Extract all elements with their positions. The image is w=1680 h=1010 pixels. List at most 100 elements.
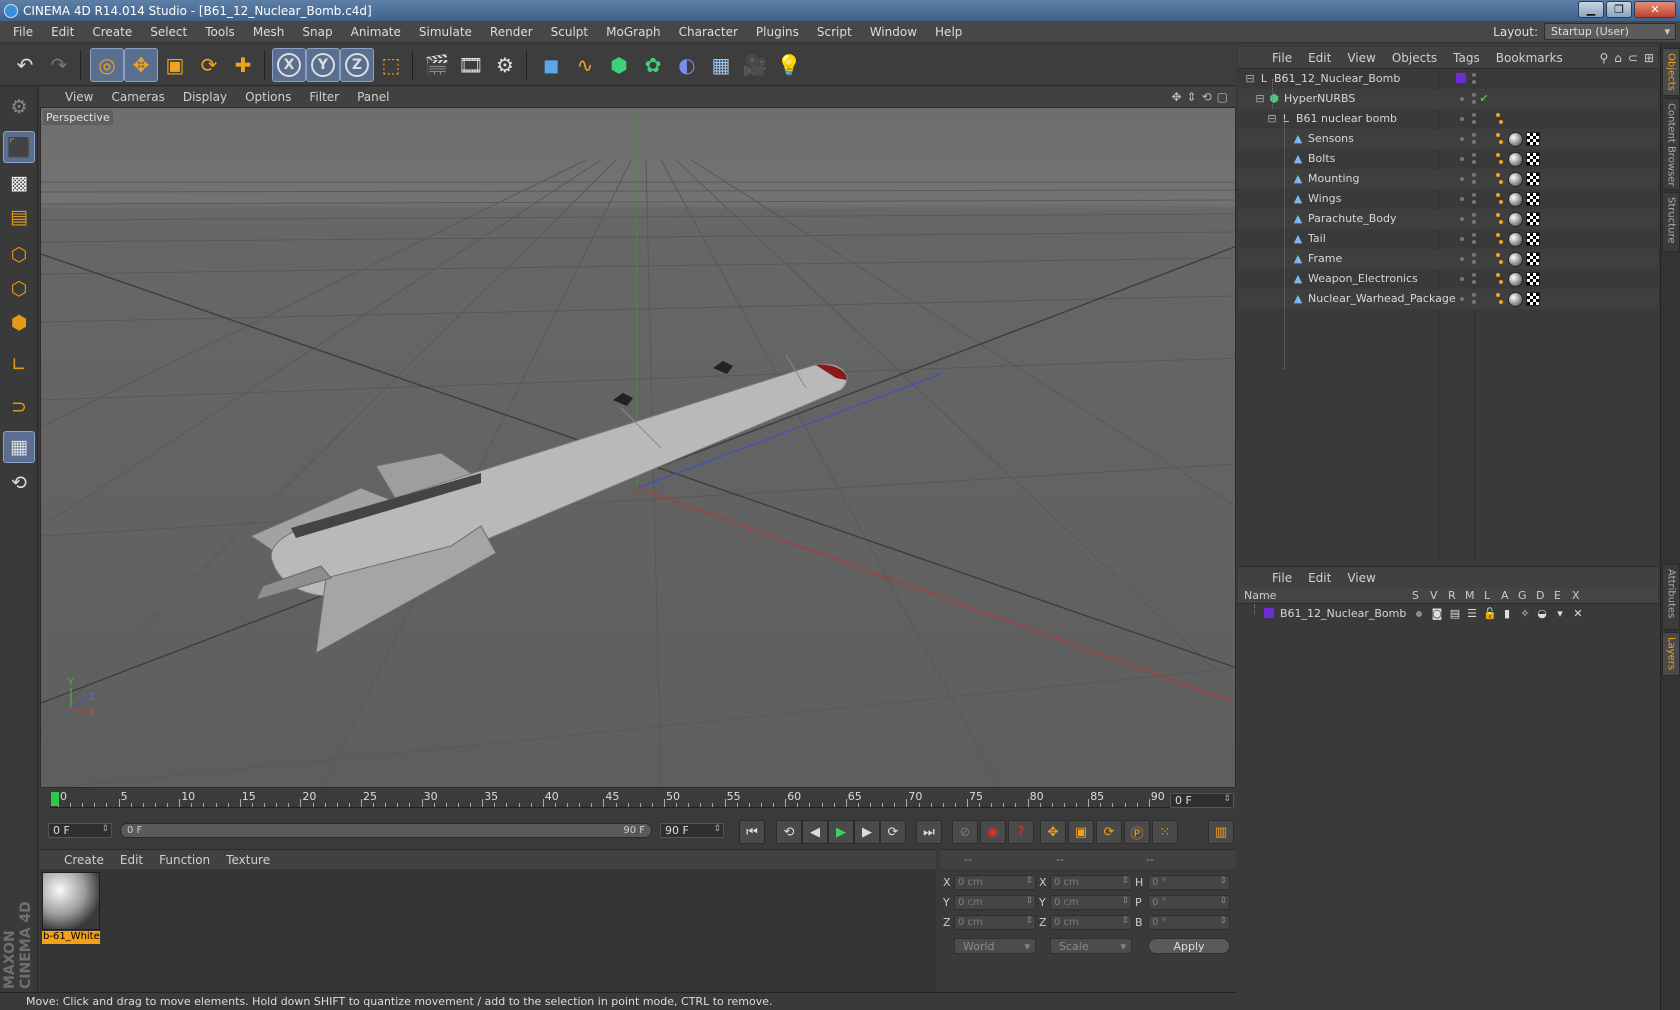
texture-mode-icon[interactable]: ▩ (3, 167, 35, 199)
perspective-viewport[interactable]: Y Z X Perspective (40, 107, 1236, 788)
phong-tag-icon[interactable] (1496, 153, 1504, 165)
render-visibility-dot[interactable] (1472, 100, 1476, 104)
render-visibility-dot[interactable] (1472, 280, 1476, 284)
current-frame-field[interactable]: 0 F (1170, 793, 1234, 808)
maximize-view-icon[interactable]: ▢ (1217, 90, 1228, 104)
menu-create[interactable]: Create (83, 25, 141, 39)
layers-col-solo[interactable]: S (1412, 589, 1419, 602)
render-visibility-dot[interactable] (1472, 300, 1476, 304)
render-visibility-dot[interactable] (1472, 160, 1476, 164)
viewport-menu-view[interactable]: View (56, 90, 102, 104)
key-rotation-icon[interactable]: ⟳ (1096, 820, 1122, 844)
tab-attributes[interactable]: Attributes (1662, 564, 1680, 630)
workplane-lock-icon[interactable]: ▦ (3, 431, 35, 463)
render-visibility-dot[interactable] (1472, 220, 1476, 224)
edges-mode-icon[interactable]: ⬡ (3, 273, 35, 305)
go-to-start-icon[interactable]: ⏮ (739, 820, 765, 844)
editor-visibility-dot[interactable] (1472, 133, 1476, 137)
editor-visibility-dot[interactable] (1472, 253, 1476, 257)
phong-tag-icon[interactable] (1496, 113, 1504, 125)
layer-row[interactable]: B61_12_Nuclear_Bomb ◙ ▤ ☰ 🔓 ▮ ✧ ◒ ▾ ✕ (1238, 604, 1658, 624)
layers-col-name[interactable]: Name (1244, 589, 1276, 602)
render-visibility-dot[interactable] (1472, 260, 1476, 264)
editor-visibility-dot[interactable] (1460, 197, 1464, 201)
tab-structure[interactable]: Structure (1662, 192, 1680, 252)
timeline-playhead[interactable] (51, 792, 59, 806)
polygons-mode-icon[interactable]: ⬢ (3, 307, 35, 339)
size-y-field[interactable]: 0 cm (1050, 895, 1132, 910)
apply-button[interactable]: Apply (1148, 938, 1230, 954)
render-visibility-dot[interactable] (1472, 120, 1476, 124)
pan-icon[interactable]: ✥ (1171, 90, 1181, 104)
editor-visibility-dot[interactable] (1472, 293, 1476, 297)
render-settings-icon[interactable]: ⚙ (488, 48, 522, 82)
material-menu-texture[interactable]: Texture (218, 853, 278, 867)
material-menu-create[interactable]: Create (56, 853, 112, 867)
viewport-menu-cameras[interactable]: Cameras (102, 90, 173, 104)
collapse-toggle-icon[interactable]: ⊟ (1254, 92, 1266, 105)
layout-dropdown[interactable]: Startup (User) (1544, 23, 1676, 40)
editor-visibility-dot[interactable] (1460, 157, 1464, 161)
material-tag-icon[interactable] (1508, 292, 1523, 307)
uvw-tag-icon[interactable] (1526, 272, 1540, 286)
key-point-level-icon[interactable]: ⁙ (1152, 820, 1178, 844)
b61-bomb-model[interactable] (249, 354, 848, 654)
layer-color-swatch[interactable] (1264, 608, 1274, 618)
viewport-menu-display[interactable]: Display (174, 90, 236, 104)
editor-visibility-dot[interactable] (1460, 177, 1464, 181)
menu-character[interactable]: Character (670, 25, 747, 39)
object-row[interactable]: ⊟ L B61 nuclear bomb (1238, 109, 1658, 129)
menu-window[interactable]: Window (861, 25, 926, 39)
coordinate-system-icon[interactable]: ⬚ (374, 48, 408, 82)
material-name-label[interactable]: b-61_White (42, 931, 100, 944)
menu-file[interactable]: File (4, 25, 42, 39)
material-tag-icon[interactable] (1508, 192, 1523, 207)
menu-mograph[interactable]: MoGraph (597, 25, 670, 39)
timeline-ruler[interactable]: 0 5 10 15 20 25 30 35 40 45 50 55 60 65 70 75 80 85 90 0 F (40, 790, 1236, 810)
phong-tag-icon[interactable] (1496, 193, 1504, 205)
start-frame-field[interactable]: 0 F (48, 823, 112, 838)
menu-sculpt[interactable]: Sculpt (542, 25, 597, 39)
editor-visibility-dot[interactable] (1460, 117, 1464, 121)
orbit-icon[interactable]: ⟲ (1202, 90, 1212, 104)
collapse-toggle-icon[interactable]: ⊟ (1244, 72, 1256, 85)
viewport-menu-filter[interactable]: Filter (300, 90, 348, 104)
uvw-tag-icon[interactable] (1526, 132, 1540, 146)
redo-icon[interactable]: ↷ (42, 48, 76, 82)
layer-generator-icon[interactable]: ✧ (1519, 607, 1531, 620)
object-row[interactable]: ▲ Weapon_Electronics (1238, 269, 1658, 289)
scale-tool-icon[interactable]: ▣ (158, 48, 192, 82)
menu-mesh[interactable]: Mesh (244, 25, 294, 39)
timeline-window-icon[interactable]: ▥ (1208, 820, 1234, 844)
object-row[interactable]: ▲ Tail (1238, 229, 1658, 249)
material-preview-thumbnail[interactable] (42, 872, 100, 930)
uvw-tag-icon[interactable] (1526, 172, 1540, 186)
model-mode-icon[interactable]: ⬛ (3, 131, 35, 163)
layers-col-manager[interactable]: M (1465, 589, 1475, 602)
objects-menu-bookmarks[interactable]: Bookmarks (1488, 51, 1571, 65)
spline-pen-icon[interactable]: ∿ (568, 48, 602, 82)
menu-edit[interactable]: Edit (42, 25, 83, 39)
autokeying-icon[interactable]: ◉ (980, 820, 1006, 844)
editor-visibility-dot[interactable] (1472, 213, 1476, 217)
layer-lock-icon[interactable]: 🔓 (1483, 607, 1497, 620)
z-axis-lock-button[interactable]: Z (340, 48, 374, 82)
go-to-end-icon[interactable]: ⏭ (916, 820, 942, 844)
key-parameter-icon[interactable]: Ⓟ (1124, 820, 1150, 844)
editor-visibility-dot[interactable] (1460, 277, 1464, 281)
object-row[interactable]: ▲ Mounting (1238, 169, 1658, 189)
menu-simulate[interactable]: Simulate (410, 25, 481, 39)
material-tag-icon[interactable] (1508, 172, 1523, 187)
points-mode-icon[interactable]: ⬡ (3, 239, 35, 271)
snap-magnet-icon[interactable]: ⊃ (3, 391, 35, 423)
render-visibility-dot[interactable] (1472, 200, 1476, 204)
editor-visibility-dot[interactable] (1472, 73, 1476, 77)
new-window-icon[interactable]: ⊞ (1644, 51, 1654, 65)
render-visibility-dot[interactable] (1472, 80, 1476, 84)
material-menu-edit[interactable]: Edit (112, 853, 151, 867)
editor-visibility-dot[interactable] (1460, 217, 1464, 221)
size-z-field[interactable]: 0 cm (1050, 915, 1132, 930)
enabled-check-icon[interactable]: ✔ (1478, 92, 1490, 105)
layer-color-swatch[interactable] (1456, 73, 1466, 83)
editor-visibility-dot[interactable] (1472, 93, 1476, 97)
